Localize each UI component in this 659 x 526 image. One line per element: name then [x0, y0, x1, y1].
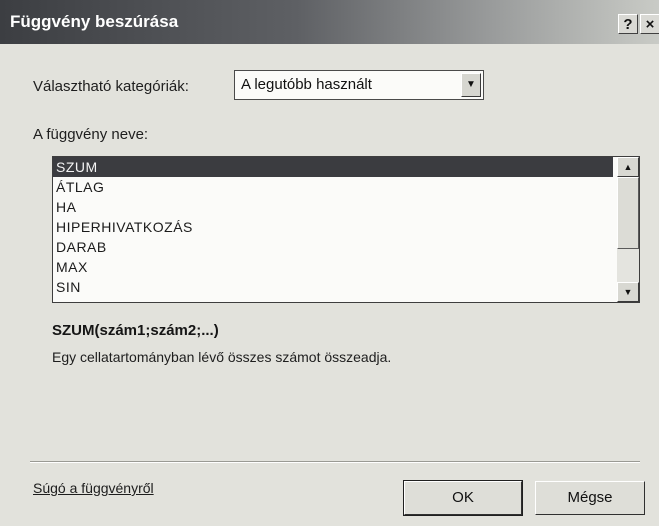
function-name-label: A függvény neve:: [33, 126, 149, 143]
title-bar: Függvény beszúrása ? ×: [0, 0, 659, 44]
list-item[interactable]: HA: [53, 197, 613, 217]
scroll-thumb[interactable]: [617, 177, 639, 249]
category-select[interactable]: A legutóbb használt ▼: [234, 70, 484, 100]
scroll-up-icon[interactable]: ▲: [617, 157, 639, 177]
list-item[interactable]: SIN: [53, 277, 613, 297]
ok-button[interactable]: OK: [403, 480, 523, 516]
cancel-button[interactable]: Mégse: [535, 481, 645, 515]
divider: [30, 461, 640, 463]
list-item[interactable]: HIPERHIVATKOZÁS: [53, 217, 613, 237]
category-selected-value: A legutóbb használt: [241, 76, 372, 93]
function-description: Egy cellatartományban lévő összes számot…: [52, 349, 392, 365]
list-item[interactable]: ÁTLAG: [53, 177, 613, 197]
scroll-down-icon[interactable]: ▼: [617, 282, 639, 302]
list-scrollbar[interactable]: ▲ ▼: [617, 157, 639, 302]
dialog-title: Függvény beszúrása: [10, 12, 179, 31]
list-item[interactable]: DARAB: [53, 237, 613, 257]
chevron-down-icon[interactable]: ▼: [461, 73, 481, 97]
function-signature: SZUM(szám1;szám2;...): [52, 322, 219, 339]
function-listbox[interactable]: SZUM ÁTLAG HA HIPERHIVATKOZÁS DARAB MAX …: [52, 156, 640, 303]
category-label: Választható kategóriák:: [33, 78, 189, 95]
close-button[interactable]: ×: [640, 14, 659, 34]
list-item[interactable]: MAX: [53, 257, 613, 277]
help-link[interactable]: Súgó a függvényről: [33, 480, 154, 496]
list-item[interactable]: SZUM: [53, 157, 613, 177]
help-button[interactable]: ?: [618, 14, 638, 34]
